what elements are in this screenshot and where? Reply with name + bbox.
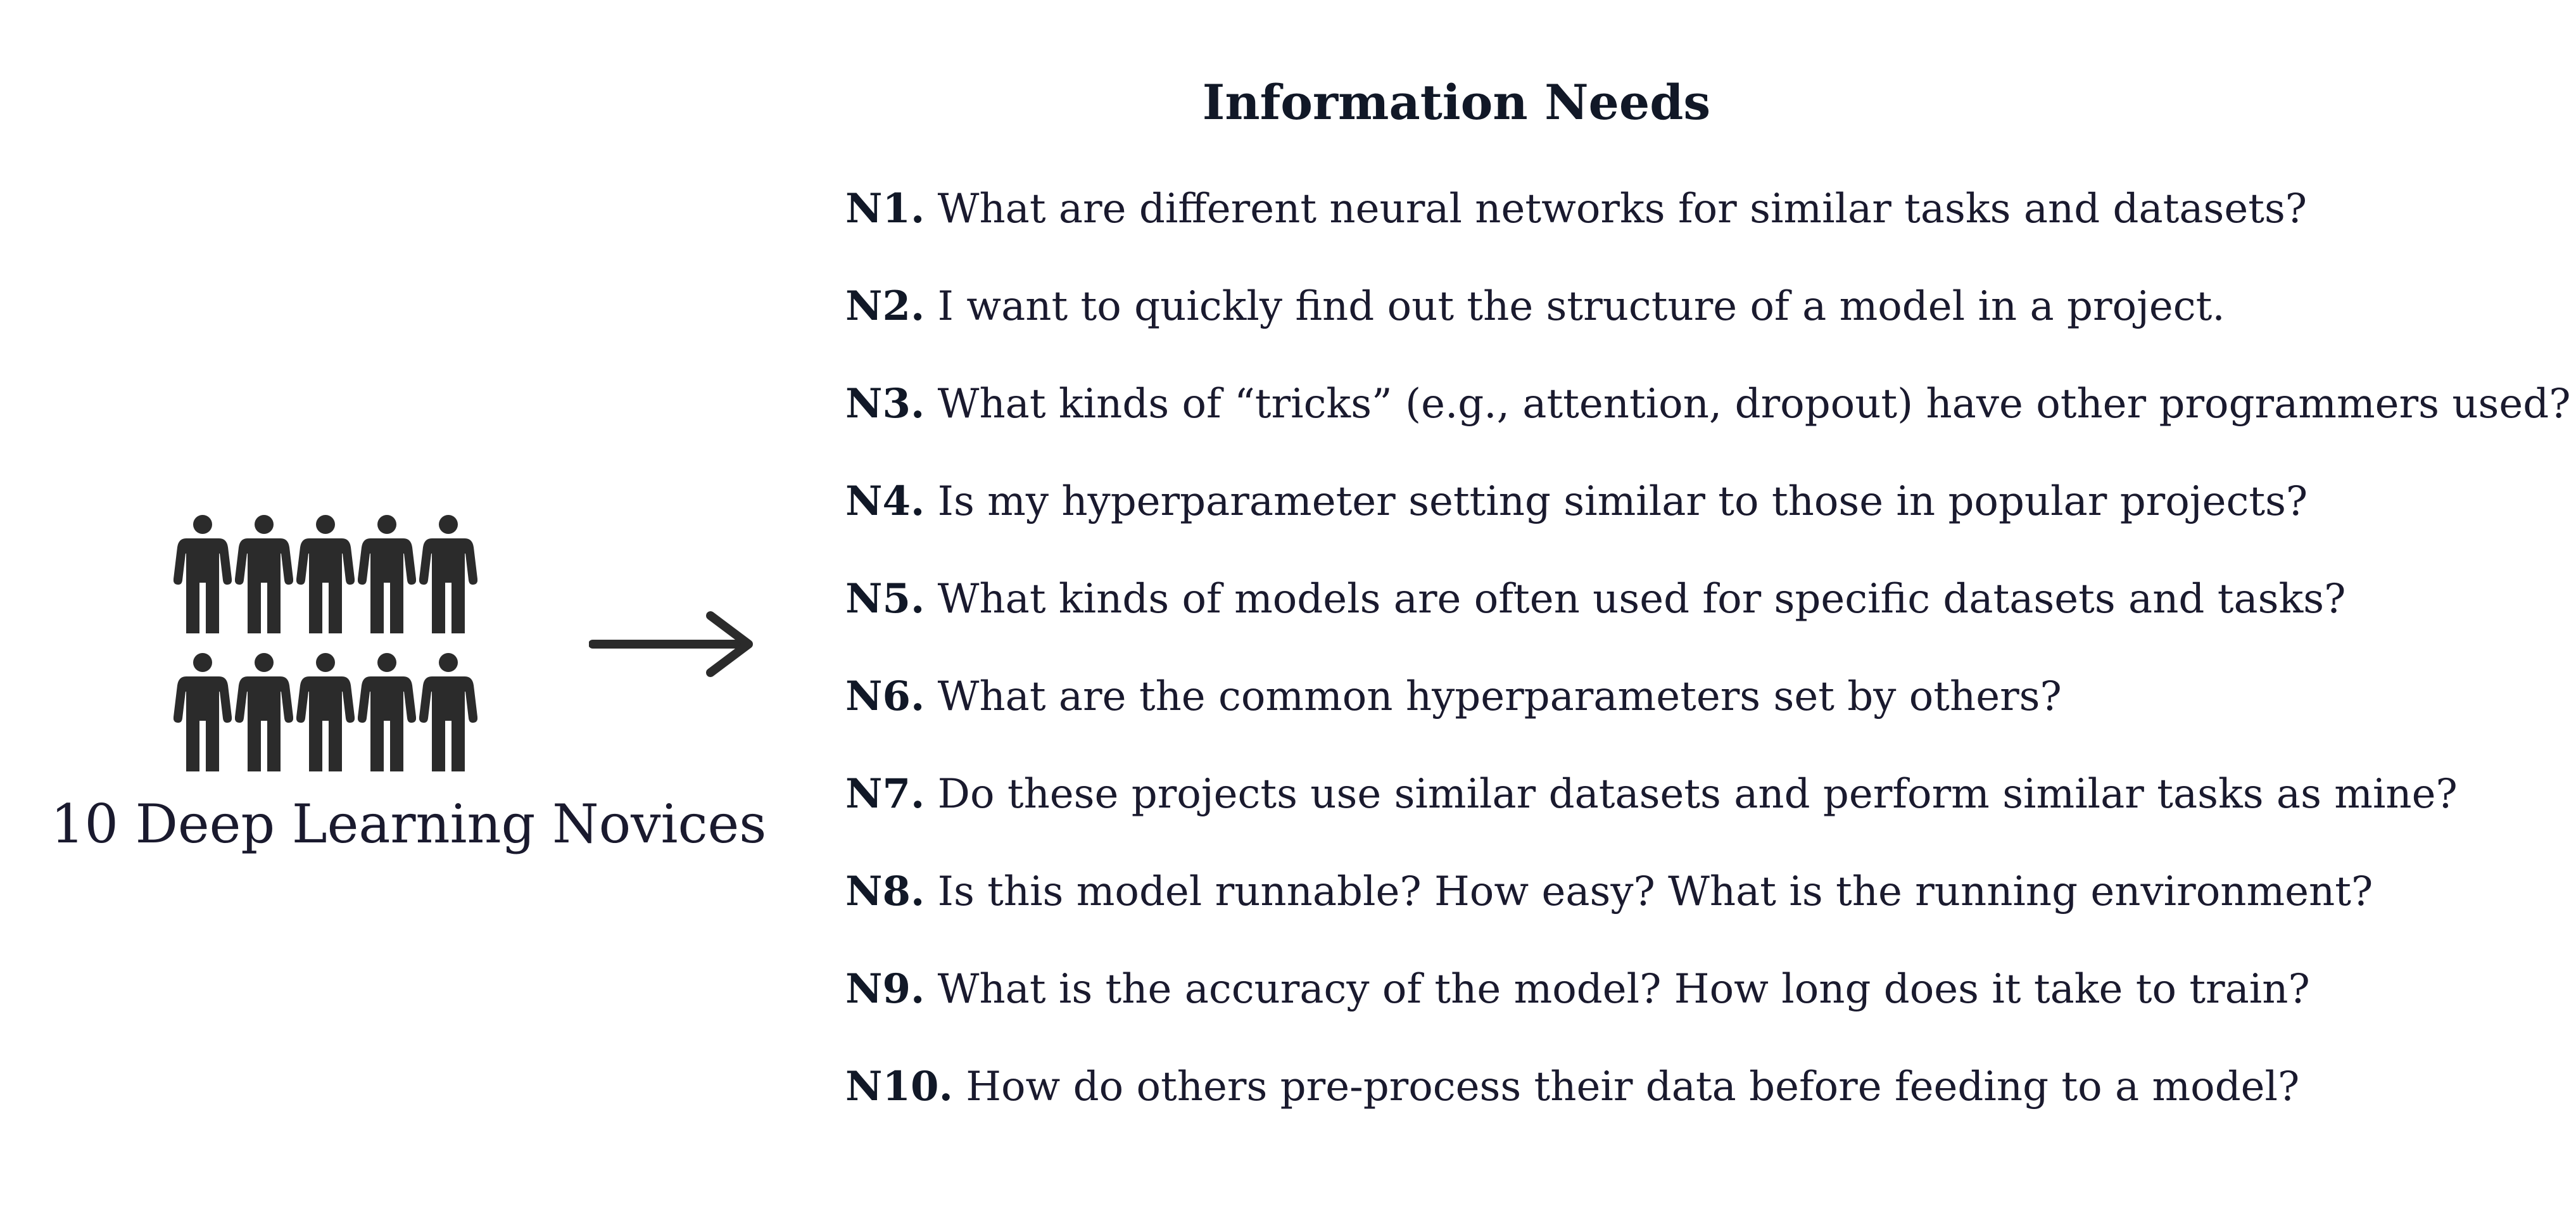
person-icon <box>174 652 232 773</box>
need-item: N8. Is this model runnable? How easy? Wh… <box>845 868 2542 967</box>
need-id: N2. <box>845 282 925 330</box>
need-item: N2. I want to quickly find out the struc… <box>845 284 2542 382</box>
need-text: What kinds of models are often used for … <box>937 576 2346 623</box>
information-needs-list: N1. What are different neural networks f… <box>845 185 2571 1162</box>
need-text: What are the common hyperparameters set … <box>937 673 2062 720</box>
need-id: N10. <box>845 1063 953 1110</box>
need-item: N9. What is the accuracy of the model? H… <box>845 967 2542 1065</box>
need-id: N3. <box>845 380 925 428</box>
diagram-canvas: 10 Deep Learning Novices Information Nee… <box>0 0 2576 1211</box>
need-text: I want to quickly find out the structure… <box>937 283 2225 330</box>
need-text: What is the accuracy of the model? How l… <box>937 966 2310 1013</box>
need-item: N7. Do these projects use similar datase… <box>845 770 2542 870</box>
participants-label: 10 Deep Learning Novices <box>51 793 767 855</box>
need-text: What kinds of “tricks” (e.g., attention,… <box>937 381 2571 428</box>
need-text: Do these projects use similar datasets a… <box>937 771 2458 818</box>
need-text: Is this model runnable? How easy? What i… <box>937 868 2373 915</box>
person-icon <box>174 514 232 635</box>
need-id: N7. <box>845 770 925 818</box>
need-item: N4. Is my hyperparameter setting similar… <box>845 479 2542 577</box>
need-id: N6. <box>845 673 925 720</box>
person-icon <box>358 652 416 773</box>
person-icon <box>419 514 477 635</box>
need-item: N3. What kinds of “tricks” (e.g., attent… <box>845 380 2571 479</box>
person-icon <box>296 514 355 635</box>
right-arrow-icon <box>589 609 760 679</box>
need-id: N1. <box>845 185 925 232</box>
need-id: N4. <box>845 478 925 525</box>
need-text: What are different neural networks for s… <box>937 186 2308 232</box>
person-icon <box>235 514 293 635</box>
need-id: N5. <box>845 575 925 623</box>
need-item: N10. How do others pre-process their dat… <box>845 1063 2542 1162</box>
need-item: N1. What are different neural networks f… <box>845 185 2542 284</box>
need-id: N8. <box>845 868 925 915</box>
participants-icon-group <box>174 514 490 780</box>
person-icon <box>235 652 293 773</box>
need-item: N5. What kinds of models are often used … <box>845 575 2542 675</box>
person-icon <box>419 652 477 773</box>
person-icon <box>296 652 355 773</box>
information-needs-title: Information Needs <box>1202 74 1711 130</box>
need-text: How do others pre-process their data bef… <box>966 1063 2300 1110</box>
need-id: N9. <box>845 965 925 1013</box>
person-icon <box>358 514 416 635</box>
need-text: Is my hyperparameter setting similar to … <box>937 478 2308 525</box>
need-item: N6. What are the common hyperparameters … <box>845 673 2542 772</box>
